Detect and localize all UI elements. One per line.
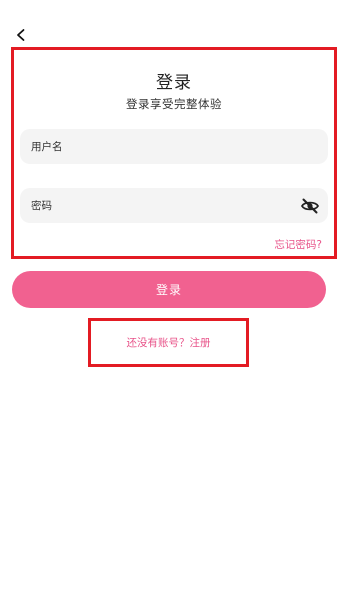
password-visibility-toggle[interactable] [300, 196, 320, 216]
username-placeholder: 用户名 [31, 141, 63, 153]
login-form: 登录 登录享受完整体验 用户名 密码 忘记密码? [11, 47, 337, 259]
forgot-password-link[interactable]: 忘记密码? [274, 237, 322, 252]
back-button[interactable] [10, 24, 32, 46]
login-button[interactable]: 登录 [12, 271, 326, 308]
page-subtitle: 登录享受完整体验 [126, 97, 222, 111]
eye-off-icon [300, 198, 320, 214]
page-title: 登录 [156, 73, 192, 93]
password-input[interactable]: 密码 [20, 188, 328, 223]
password-placeholder: 密码 [31, 200, 52, 212]
login-screen: 登录 登录享受完整体验 用户名 密码 忘记密码? 登录 还没有账号？注册 [0, 0, 338, 600]
chevron-left-icon [17, 29, 25, 41]
username-input[interactable]: 用户名 [20, 129, 328, 164]
register-link[interactable]: 还没有账号？注册 [127, 335, 211, 350]
register-section: 还没有账号？注册 [88, 318, 249, 367]
